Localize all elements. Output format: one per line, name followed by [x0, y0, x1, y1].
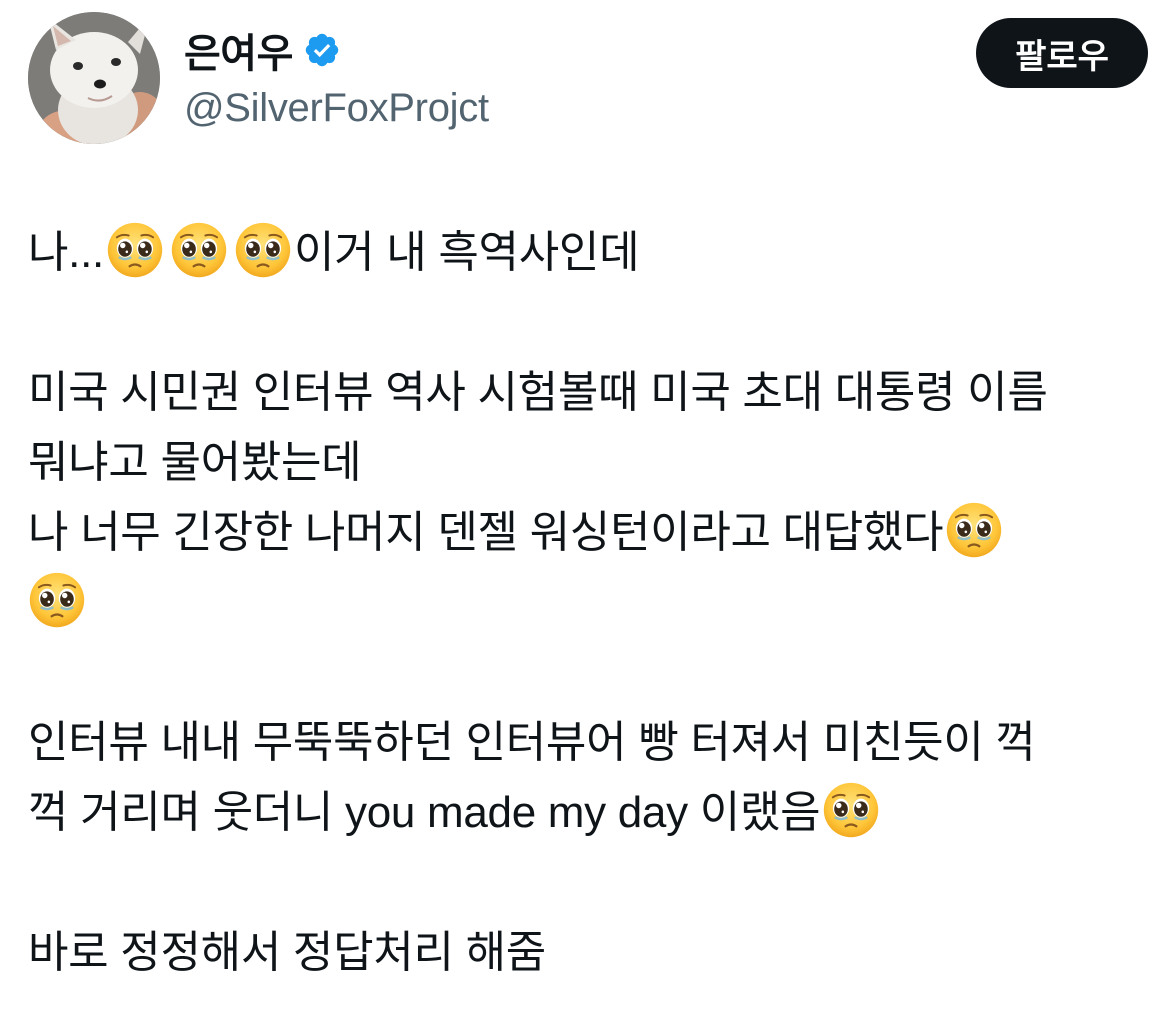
- tweet-line-1: 나... 이거 내 흑역사인데: [28, 218, 1148, 288]
- tweet-line-2: 미국 시민권 인터뷰 역사 시험볼때 미국 초대 대통령 이름: [28, 368, 1048, 417]
- display-name[interactable]: 은여우: [184, 21, 293, 79]
- tweet-line-5: [28, 568, 1148, 638]
- author-info: 은여우 @SilverFoxProjct: [184, 18, 489, 131]
- tweet-line-6: 인터뷰 내내 무뚝뚝하던 인터뷰어 빵 터져서 미친듯이 꺽: [28, 718, 1036, 767]
- tweet-text-segment: 이거 내 흑역사인데: [293, 228, 640, 277]
- avatar[interactable]: [28, 12, 160, 144]
- pleading-face-emoji-icon: [106, 221, 164, 279]
- pleading-face-emoji-icon: [170, 221, 228, 279]
- tweet-line-7: 꺽 거리며 웃더니 you made my day 이랬음: [28, 778, 1148, 848]
- tweet-line-4: 나 너무 긴장한 나머지 덴젤 워싱턴이라고 대답했다: [28, 498, 1148, 568]
- author-handle[interactable]: @SilverFoxProjct: [184, 86, 489, 131]
- pleading-face-emoji-icon: [822, 781, 880, 839]
- name-row: 은여우: [184, 18, 489, 82]
- verified-badge-icon: [303, 31, 341, 69]
- follow-button[interactable]: 팔로우: [976, 18, 1148, 88]
- tweet-text-segment: 꺽 거리며 웃더니 you made my day 이랬음: [28, 788, 821, 837]
- pleading-face-emoji-icon: [28, 571, 86, 629]
- pleading-face-emoji-icon: [234, 221, 292, 279]
- pleading-face-emoji-icon: [945, 501, 1003, 559]
- tweet-line-8: 바로 정정해서 정답처리 해줌: [28, 928, 546, 977]
- tweet-header: 은여우 @SilverFoxProjct 팔로우: [28, 12, 1148, 148]
- tweet-text-segment: 나 너무 긴장한 나머지 덴젤 워싱턴이라고 대답했다: [28, 508, 944, 557]
- tweet-text: 나... 이거 내 흑역사인데 미국 시민권 인터뷰 역사 시험볼때 미국 초대 …: [28, 218, 1148, 988]
- tweet-text-segment: 나...: [28, 228, 104, 277]
- fox-avatar-image: [28, 12, 160, 144]
- tweet-line-3: 뭐냐고 물어봤는데: [28, 438, 362, 487]
